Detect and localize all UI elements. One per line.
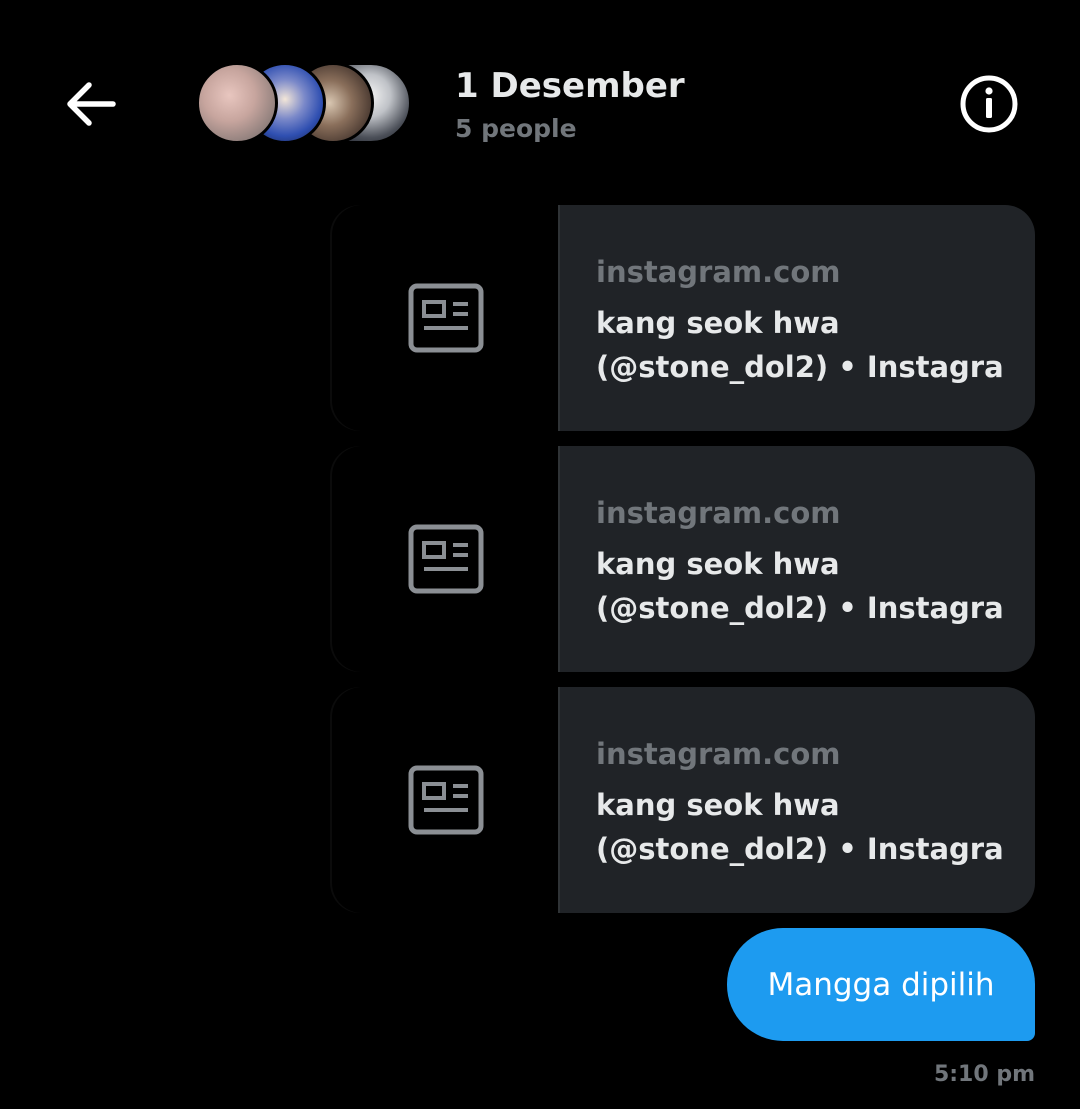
conversation-header: 1 Desember 5 people — [0, 0, 1080, 190]
link-card[interactable]: instagram.com kang seok hwa (@stone_dol2… — [330, 205, 1035, 431]
link-card-thumbnail — [330, 687, 558, 913]
link-card-body: instagram.com kang seok hwa (@stone_dol2… — [558, 446, 1035, 672]
participant-count: 5 people — [455, 114, 577, 143]
link-card-thumbnail — [330, 205, 558, 431]
link-headline-line: kang seok hwa — [596, 788, 840, 822]
back-button[interactable] — [58, 74, 122, 134]
link-card-thumbnail — [330, 446, 558, 672]
arrow-left-icon — [67, 82, 116, 126]
avatar — [196, 62, 278, 144]
news-article-icon — [408, 283, 484, 353]
link-headline: kang seok hwa (@stone_dol2) • Instagra..… — [596, 301, 1006, 389]
link-domain: instagram.com — [596, 496, 841, 530]
news-article-icon — [408, 524, 484, 594]
conversation-title-block[interactable]: 1 Desember 5 people — [455, 64, 685, 150]
link-card[interactable]: instagram.com kang seok hwa (@stone_dol2… — [330, 446, 1035, 672]
link-headline-line: kang seok hwa — [596, 306, 840, 340]
news-article-icon — [408, 765, 484, 835]
link-domain: instagram.com — [596, 255, 841, 289]
group-avatars[interactable] — [196, 62, 426, 144]
link-card-body: instagram.com kang seok hwa (@stone_dol2… — [558, 205, 1035, 431]
info-circle-icon — [960, 75, 1018, 133]
message-timestamp: 5:10 pm — [933, 1062, 1035, 1087]
sent-message-bubble[interactable]: Mangga dipilih — [727, 928, 1035, 1041]
link-headline-line: kang seok hwa — [596, 547, 840, 581]
link-headline-line: (@stone_dol2) • Instagra... — [596, 350, 1006, 384]
link-card[interactable]: instagram.com kang seok hwa (@stone_dol2… — [330, 687, 1035, 913]
info-button[interactable] — [957, 74, 1021, 134]
link-headline: kang seok hwa (@stone_dol2) • Instagra..… — [596, 542, 1006, 630]
link-headline-line: (@stone_dol2) • Instagra... — [596, 591, 1006, 625]
link-card-body: instagram.com kang seok hwa (@stone_dol2… — [558, 687, 1035, 913]
conversation-title: 1 Desember — [455, 66, 685, 106]
link-headline-line: (@stone_dol2) • Instagra... — [596, 832, 1006, 866]
link-domain: instagram.com — [596, 737, 841, 771]
link-headline: kang seok hwa (@stone_dol2) • Instagra..… — [596, 783, 1006, 871]
